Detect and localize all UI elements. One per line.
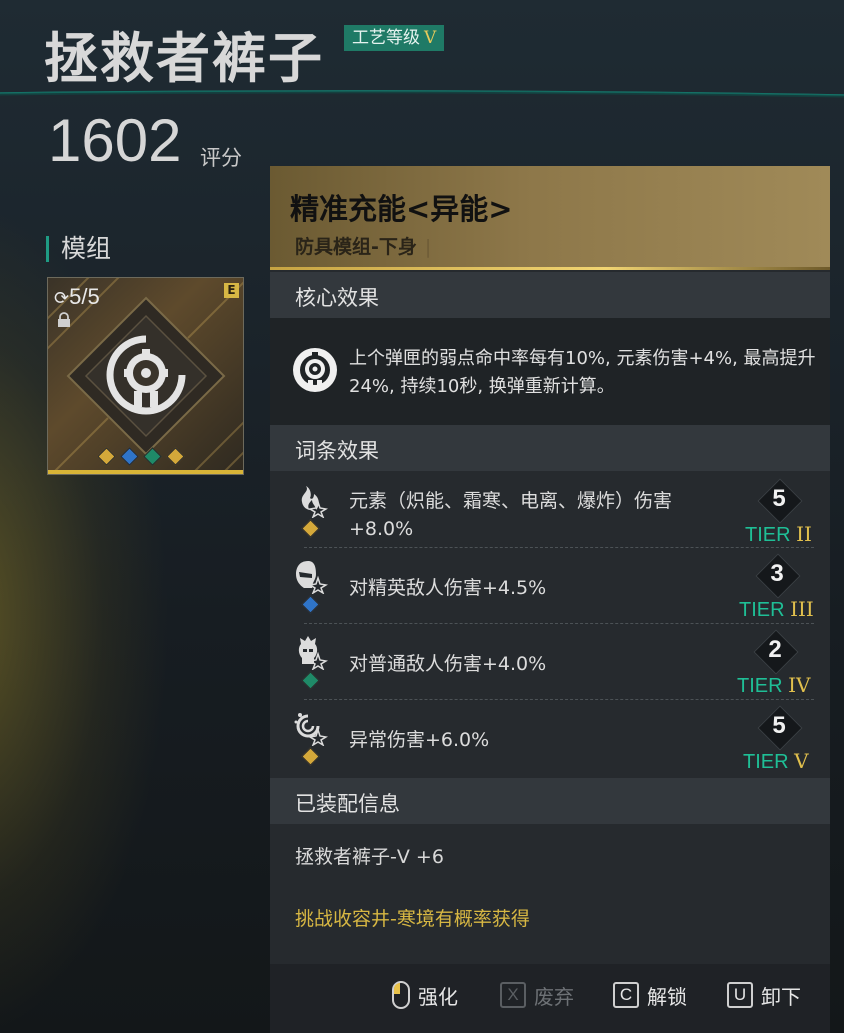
panel-subtitle-text: 防具模组-下身 xyxy=(295,236,417,258)
gem-icon xyxy=(143,447,162,466)
tier-roman: IV xyxy=(788,673,811,697)
source-text: 挑战收容井-寒境有概率获得 xyxy=(295,908,530,930)
affix-text: 元素（炽能、霜寒、电离、爆炸）伤害+8.0% xyxy=(349,490,673,540)
tier-label: TIER III xyxy=(739,597,814,622)
core-effect-section: 核心效果 xyxy=(270,272,830,318)
tier-number: 5 xyxy=(772,485,786,512)
gem-icon xyxy=(301,747,320,766)
core-effect-box: 上个弹匣的弱点命中率每有10%, 元素伤害+4%, 最高提升24%, 持续10秒… xyxy=(270,318,830,425)
unlock-button[interactable]: C 解锁 xyxy=(613,980,687,1010)
tier-number-badge: 5 xyxy=(757,478,803,524)
gem-icon xyxy=(97,447,116,466)
tier-label: TIER V xyxy=(743,749,809,774)
flame-burst-icon xyxy=(301,486,328,518)
unlock-key: C xyxy=(613,982,639,1008)
elite-head-icon xyxy=(296,561,328,594)
header-divider xyxy=(0,90,844,98)
affix-text: 对精英敌人伤害+4.5% xyxy=(349,577,547,599)
craft-level-value: V xyxy=(424,28,437,48)
panel-header: 精准充能<异能> 防具模组-下身 | xyxy=(270,166,830,270)
discard-label: 废弃 xyxy=(534,984,574,1009)
tier-prefix: TIER xyxy=(737,675,783,697)
tier-number: 3 xyxy=(770,560,784,587)
gem-icon xyxy=(301,519,320,538)
module-card[interactable]: ⟳5/5 E xyxy=(47,277,244,475)
affix-row[interactable]: 元素（炽能、霜寒、电离、爆炸）伤害+8.0% 5 TIER II xyxy=(270,472,830,548)
score-value: 1602 xyxy=(48,107,182,174)
core-effect-heading: 核心效果 xyxy=(295,286,379,310)
unequip-key: U xyxy=(727,982,753,1008)
panel-title: 精准充能<异能> xyxy=(290,192,513,226)
unequip-label: 卸下 xyxy=(761,984,801,1009)
tier-number-badge: 2 xyxy=(753,629,799,675)
tier-number-badge: 3 xyxy=(755,553,801,599)
tier-label: TIER II xyxy=(745,522,812,547)
precision-charge-icon xyxy=(106,335,186,415)
affix-section: 词条效果 xyxy=(270,425,830,471)
grade-badge: E xyxy=(224,283,239,298)
action-footer: 强化 X 废弃 C 解锁 U 卸下 xyxy=(270,964,830,1033)
tier-roman: II xyxy=(796,522,812,546)
module-detail-panel: 精准充能<异能> 防具模组-下身 | 核心效果 上个弹匣的弱点命中率每有10%, … xyxy=(270,166,830,1033)
gem-icon xyxy=(301,671,320,690)
tier-label: TIER IV xyxy=(737,673,810,698)
module-card-bar xyxy=(48,470,243,474)
tier-prefix: TIER xyxy=(745,524,791,546)
module-gems xyxy=(97,447,185,466)
tier-number: 2 xyxy=(768,636,782,663)
item-name: 拯救者裤子 xyxy=(44,27,324,90)
mouse-left-icon xyxy=(392,981,410,1009)
discard-button[interactable]: X 废弃 xyxy=(500,980,574,1010)
tier-number-badge: 5 xyxy=(757,705,803,751)
affix-row[interactable]: 异常伤害+6.0% 5 TIER V xyxy=(270,700,830,776)
normal-enemy-icon xyxy=(298,636,328,670)
craft-level-badge: 工艺等级 V xyxy=(344,25,445,51)
enhance-button[interactable]: 强化 xyxy=(392,980,458,1010)
craft-level-label: 工艺等级 xyxy=(352,28,420,48)
affix-heading: 词条效果 xyxy=(295,439,379,463)
panel-subtitle: 防具模组-下身 | xyxy=(295,232,431,259)
core-effect-text: 上个弹匣的弱点命中率每有10%, 元素伤害+4%, 最高提升24%, 持续10秒… xyxy=(349,348,816,397)
anomaly-swirl-icon xyxy=(294,713,328,746)
equipped-item-name: 拯救者裤子-V +6 xyxy=(295,846,444,868)
refresh-icon: ⟳ xyxy=(54,288,70,308)
module-count: ⟳5/5 xyxy=(54,284,100,310)
enhance-label: 强化 xyxy=(418,984,458,1009)
tier-roman: III xyxy=(790,597,814,621)
module-header: 模组 xyxy=(46,236,111,262)
affix-row[interactable]: 对普通敌人伤害+4.0% 2 TIER IV xyxy=(270,624,830,700)
affix-text: 对普通敌人伤害+4.0% xyxy=(349,653,547,675)
tier-roman: V xyxy=(794,749,809,773)
equip-info-heading: 已装配信息 xyxy=(295,792,400,816)
subtitle-separator: | xyxy=(424,236,432,258)
precision-charge-icon xyxy=(293,348,337,392)
gem-icon xyxy=(166,447,185,466)
tier-prefix: TIER xyxy=(739,599,785,621)
equip-info-section: 已装配信息 xyxy=(270,778,830,824)
tier-prefix: TIER xyxy=(743,751,789,773)
affix-row[interactable]: 对精英敌人伤害+4.5% 3 TIER III xyxy=(270,548,830,624)
tier-number: 5 xyxy=(772,712,786,739)
gem-icon xyxy=(120,447,139,466)
module-count-value: 5/5 xyxy=(69,284,100,309)
unequip-button[interactable]: U 卸下 xyxy=(727,980,801,1010)
panel-header-stripe xyxy=(270,267,830,270)
discard-key: X xyxy=(500,982,526,1008)
lock-icon[interactable] xyxy=(56,312,72,328)
score-label: 评分 xyxy=(200,146,242,170)
gem-icon xyxy=(301,595,320,614)
unlock-label: 解锁 xyxy=(647,984,687,1009)
affix-text: 异常伤害+6.0% xyxy=(349,729,490,751)
